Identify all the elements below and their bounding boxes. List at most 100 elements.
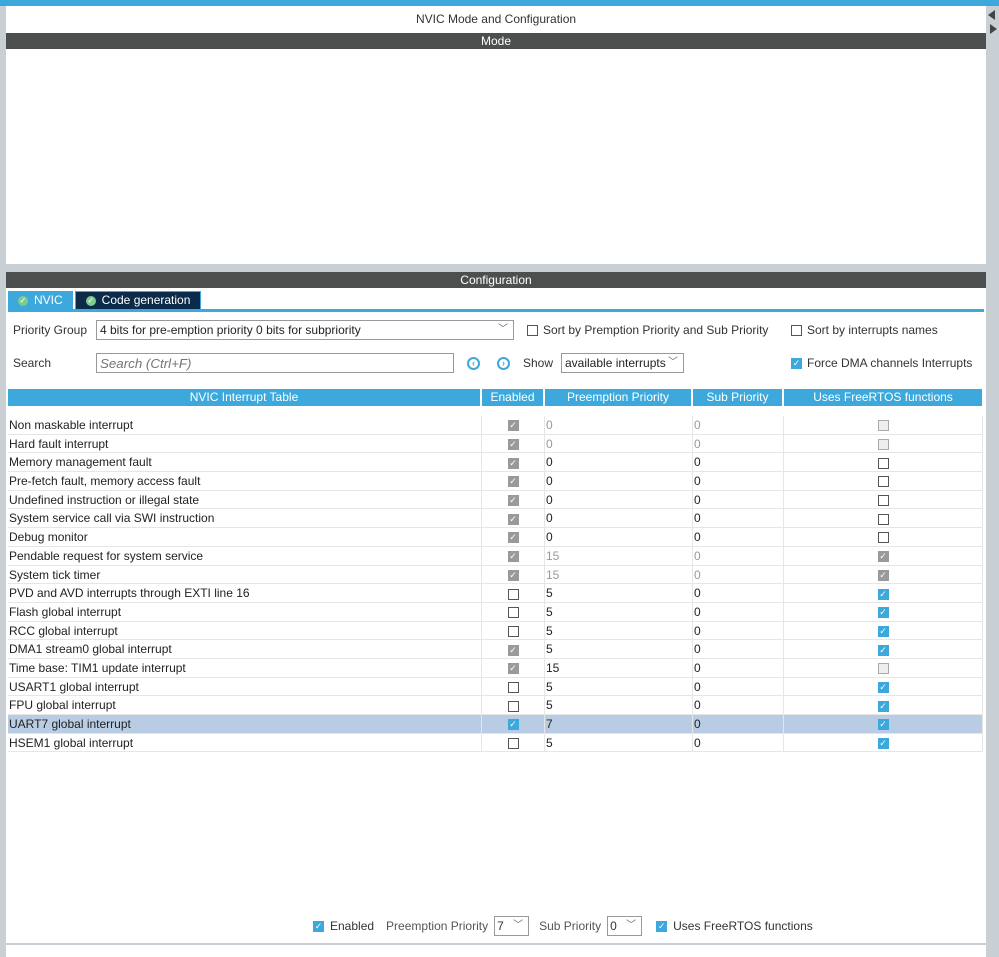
sub-priority-select[interactable]: 0 ﹀ [607, 916, 643, 936]
preemption-cell[interactable]: 5 [545, 696, 693, 714]
collapse-left-icon[interactable] [988, 10, 995, 20]
header-freertos[interactable]: Uses FreeRTOS functions [784, 389, 982, 406]
checkbox[interactable] [507, 588, 519, 600]
freertos-cell[interactable] [784, 658, 983, 677]
preemption-cell[interactable]: 0 [545, 472, 693, 490]
enabled-cell[interactable] [482, 733, 545, 752]
disabled-checkbox[interactable]: ✓ [877, 681, 889, 693]
table-row[interactable]: Undefined instruction or illegal state ✓… [8, 490, 983, 510]
sub-priority-cell[interactable]: 0 [693, 715, 784, 733]
sub-priority-cell[interactable]: 0 [693, 696, 784, 714]
disabled-checkbox[interactable]: ✓ [877, 700, 889, 712]
table-row[interactable]: Pre-fetch fault, memory access fault ✓ 0… [8, 472, 983, 491]
table-row[interactable]: Hard fault interrupt ✓ 0 0 [8, 434, 983, 454]
enabled-cell[interactable] [482, 696, 545, 714]
search-input[interactable] [96, 353, 454, 373]
freertos-cell[interactable]: ✓ [784, 677, 983, 696]
freertos-cell[interactable]: ✓ [784, 733, 983, 752]
freertos-cell[interactable]: ✓ [784, 715, 983, 733]
sub-priority-cell[interactable]: 0 [693, 640, 784, 658]
header-enabled[interactable]: Enabled [482, 389, 543, 406]
preemption-cell[interactable]: 5 [545, 584, 693, 602]
table-row[interactable]: USART1 global interrupt 5 0 ✓ [8, 677, 983, 697]
sub-priority-cell[interactable]: 0 [693, 602, 784, 621]
preemption-cell[interactable]: 5 [545, 733, 693, 752]
checkbox[interactable] [877, 476, 889, 488]
table-row[interactable]: Pendable request for system service ✓ 15… [8, 546, 983, 566]
sub-priority-cell[interactable]: 0 [693, 565, 784, 584]
checkbox[interactable] [507, 625, 519, 637]
sub-priority-cell[interactable]: 0 [693, 658, 784, 677]
freertos-cell[interactable]: ✓ [784, 696, 983, 714]
sub-priority-cell[interactable]: 0 [693, 528, 784, 546]
checkbox[interactable] [507, 681, 519, 693]
disabled-checkbox[interactable]: ✓ [877, 588, 889, 600]
disabled-checkbox[interactable]: ✓ [877, 719, 889, 731]
preemption-cell[interactable]: 0 [545, 490, 693, 509]
preemption-cell[interactable]: 5 [545, 621, 693, 640]
freertos-cell[interactable] [784, 416, 983, 434]
freertos-cell[interactable] [784, 509, 983, 528]
freertos-cell[interactable]: ✓ [784, 584, 983, 602]
sub-priority-cell[interactable]: 0 [693, 677, 784, 696]
header-preemption[interactable]: Preemption Priority [545, 389, 691, 406]
disabled-checkbox[interactable]: ✓ [877, 644, 889, 656]
enabled-cell[interactable]: ✓ [482, 453, 545, 472]
force-dma-checkbox[interactable]: ✓ [791, 357, 802, 369]
freertos-cell[interactable]: ✓ [784, 546, 983, 565]
enabled-cell[interactable]: ✓ [482, 658, 545, 677]
enabled-cell[interactable] [482, 621, 545, 640]
enabled-cell[interactable]: ✓ [482, 434, 545, 453]
freertos-cell[interactable] [784, 490, 983, 509]
freertos-cell[interactable]: ✓ [784, 621, 983, 640]
sub-priority-cell[interactable]: 0 [693, 416, 784, 434]
freertos-cell[interactable]: ✓ [784, 640, 983, 658]
sort-premption-option[interactable]: Sort by Premption Priority and Sub Prior… [527, 323, 768, 337]
table-row[interactable]: Non maskable interrupt ✓ 0 0 [8, 416, 983, 435]
splitter[interactable] [6, 264, 986, 272]
enabled-cell[interactable]: ✓ [482, 416, 545, 434]
header-sub-priority[interactable]: Sub Priority [693, 389, 782, 406]
table-row[interactable]: UART7 global interrupt ✓ 7 0 ✓ [8, 715, 983, 734]
enabled-cell[interactable] [482, 584, 545, 602]
sub-priority-cell[interactable]: 0 [693, 490, 784, 509]
sort-premption-checkbox[interactable] [527, 324, 538, 336]
sub-priority-cell[interactable]: 0 [693, 472, 784, 490]
preemption-cell[interactable]: 5 [545, 602, 693, 621]
enabled-cell[interactable]: ✓ [482, 509, 545, 528]
checkbox[interactable] [507, 738, 519, 750]
preemption-cell[interactable]: 5 [545, 640, 693, 658]
disabled-checkbox[interactable]: ✓ [507, 719, 519, 731]
table-row[interactable]: Memory management fault ✓ 0 0 [8, 453, 983, 473]
preemption-cell[interactable]: 0 [545, 509, 693, 528]
search-next-icon[interactable]: › [497, 357, 510, 370]
enabled-cell[interactable]: ✓ [482, 490, 545, 509]
enabled-cell[interactable]: ✓ [482, 528, 545, 546]
table-row[interactable]: Debug monitor ✓ 0 0 [8, 528, 983, 547]
checkbox[interactable] [877, 495, 889, 507]
preemption-cell[interactable]: 15 [545, 565, 693, 584]
sub-priority-cell[interactable]: 0 [693, 621, 784, 640]
force-dma-option[interactable]: ✓ Force DMA channels Interrupts [791, 356, 972, 370]
table-row[interactable]: RCC global interrupt 5 0 ✓ [8, 621, 983, 641]
preemption-cell[interactable]: 0 [545, 434, 693, 453]
show-select[interactable]: available interrupts ﹀ [561, 353, 684, 373]
checkbox[interactable] [507, 607, 519, 619]
preemption-cell[interactable]: 0 [545, 416, 693, 434]
freertos-cell[interactable]: ✓ [784, 565, 983, 584]
sub-priority-cell[interactable]: 0 [693, 509, 784, 528]
enabled-checkbox[interactable]: ✓ [313, 920, 324, 932]
expand-right-icon[interactable] [990, 24, 997, 34]
freertos-cell[interactable] [784, 453, 983, 472]
tab-code-generation[interactable]: ✓ Code generation [74, 291, 202, 310]
sort-names-checkbox[interactable] [791, 324, 802, 336]
sub-priority-cell[interactable]: 0 [693, 584, 784, 602]
freertos-cell[interactable]: ✓ [784, 602, 983, 621]
enabled-cell[interactable]: ✓ [482, 472, 545, 490]
enabled-cell[interactable]: ✓ [482, 715, 545, 733]
uses-freertos-checkbox[interactable]: ✓ [656, 920, 668, 932]
preemption-cell[interactable]: 0 [545, 453, 693, 472]
priority-group-select[interactable]: 4 bits for pre-emption priority 0 bits f… [96, 320, 514, 340]
sort-names-option[interactable]: Sort by interrupts names [791, 323, 938, 337]
sub-priority-cell[interactable]: 0 [693, 733, 784, 752]
